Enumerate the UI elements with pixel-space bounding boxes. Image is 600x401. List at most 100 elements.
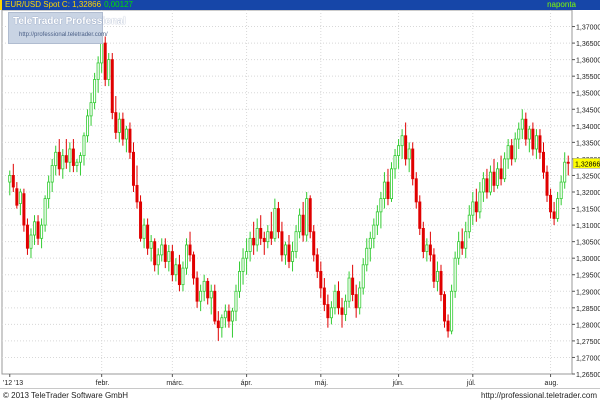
candle-body xyxy=(241,257,245,272)
candle-body xyxy=(107,59,111,80)
y-tick-label: 1,32000 xyxy=(576,190,600,197)
candle-body xyxy=(492,171,496,186)
candle-body xyxy=(209,290,213,299)
candle-body xyxy=(11,175,15,188)
candle-body xyxy=(457,241,461,259)
x-tick-label: aug. xyxy=(545,380,559,387)
candle-body xyxy=(86,115,90,137)
candle-body xyxy=(131,151,135,186)
y-tick-label: 1,30000 xyxy=(576,256,600,263)
logo-brand: TeleTrader Professional xyxy=(13,16,126,27)
y-tick-label: 1,29500 xyxy=(576,273,600,280)
x-tick-label: febr. xyxy=(96,380,110,387)
candle-body xyxy=(393,155,397,170)
candle-body xyxy=(432,254,436,282)
candle-body xyxy=(245,251,249,259)
candle-body xyxy=(238,271,242,292)
candle-body xyxy=(503,158,507,180)
candle-body xyxy=(379,198,383,213)
candle-body xyxy=(358,287,362,309)
candle-body xyxy=(382,181,386,200)
y-tick-label: 1,33500 xyxy=(576,140,600,147)
candle-body xyxy=(471,201,475,216)
footer: © 2013 TeleTrader Software GmbH http://p… xyxy=(0,388,600,401)
candle-body xyxy=(538,135,542,153)
candle-body xyxy=(181,267,185,286)
candle-body xyxy=(467,214,471,233)
candle-body xyxy=(71,148,75,166)
candle-body xyxy=(195,277,199,302)
y-tick-label: 1,27500 xyxy=(576,339,600,346)
candle-body xyxy=(336,290,340,309)
candle-body xyxy=(50,165,54,183)
x-tick-label: ápr. xyxy=(241,380,253,387)
candle-body xyxy=(386,181,390,200)
candle-body xyxy=(185,244,188,269)
candle-body xyxy=(534,135,538,150)
candle-body xyxy=(474,201,478,213)
candle-body xyxy=(527,128,531,140)
candle-body xyxy=(375,211,379,226)
candle-body xyxy=(510,145,514,160)
candle-body xyxy=(305,198,309,236)
candle-body xyxy=(68,148,72,163)
candle-body xyxy=(435,271,439,282)
candle-body xyxy=(453,257,457,292)
change-label: 0,00127 xyxy=(104,0,133,9)
candle-body xyxy=(128,128,132,153)
candle-body xyxy=(421,227,425,252)
candle-body xyxy=(248,237,252,252)
candlestick-chart[interactable]: 1,26500 1,27000 1,27500 1,28000 1,28500 1,290… xyxy=(0,10,600,388)
y-tick-label: 1,34500 xyxy=(576,107,600,114)
candle-body xyxy=(354,294,358,309)
candle-body xyxy=(400,135,404,147)
candle-body xyxy=(488,171,492,193)
candle-body xyxy=(517,128,521,140)
candle-body xyxy=(61,155,65,170)
title-bar: EUR/USD Spot C: 1,32866 0,00127 napontа xyxy=(0,0,600,10)
candle-body xyxy=(443,294,447,322)
footer-url[interactable]: http://professional.teletrader.com xyxy=(481,391,597,400)
candle-body xyxy=(552,211,556,219)
candle-body xyxy=(329,307,333,319)
candle-body xyxy=(298,214,302,233)
candle-body xyxy=(308,198,312,233)
symbol-label: EUR/USD Spot xyxy=(5,0,60,9)
candle-body xyxy=(294,231,298,252)
candle-body xyxy=(556,198,560,219)
candle-body xyxy=(29,234,33,249)
copyright-text: © 2013 TeleTrader Software GmbH xyxy=(3,391,129,400)
candle-body xyxy=(563,161,567,183)
y-tick-label: 1,37000 xyxy=(576,25,600,32)
candle-body xyxy=(25,224,29,249)
candle-body xyxy=(446,320,450,332)
teletrader-logo: TeleTrader Professional http://professio… xyxy=(8,12,126,44)
x-tick-label: máj. xyxy=(315,380,328,387)
candle-body xyxy=(213,290,217,322)
candle-body xyxy=(234,290,238,312)
candle-body xyxy=(206,280,210,299)
x-tick-label: '12 '13 xyxy=(3,380,23,387)
candle-body xyxy=(351,277,355,295)
candle-body xyxy=(114,112,118,133)
candle-body xyxy=(202,280,206,292)
candle-body xyxy=(121,118,125,140)
candle-body xyxy=(418,201,422,229)
candle-body xyxy=(259,227,263,239)
candle-body xyxy=(163,244,167,262)
candle-body xyxy=(103,42,107,80)
candle-body xyxy=(326,304,330,319)
period-selector[interactable]: napontа xyxy=(547,0,576,10)
candle-body xyxy=(192,254,196,279)
candle-body xyxy=(149,241,153,249)
candle-body xyxy=(390,168,393,200)
chart-window: EUR/USD Spot C: 1,32866 0,00127 napontа 1… xyxy=(0,0,600,401)
candle-body xyxy=(322,287,326,305)
candle-body xyxy=(464,231,468,249)
candle-body xyxy=(167,251,171,262)
y-tick-label: 1,35000 xyxy=(576,91,600,98)
x-tick-label: júl. xyxy=(466,380,476,387)
candle-body xyxy=(269,231,273,239)
candle-body xyxy=(100,42,104,64)
candle-body xyxy=(156,254,160,266)
